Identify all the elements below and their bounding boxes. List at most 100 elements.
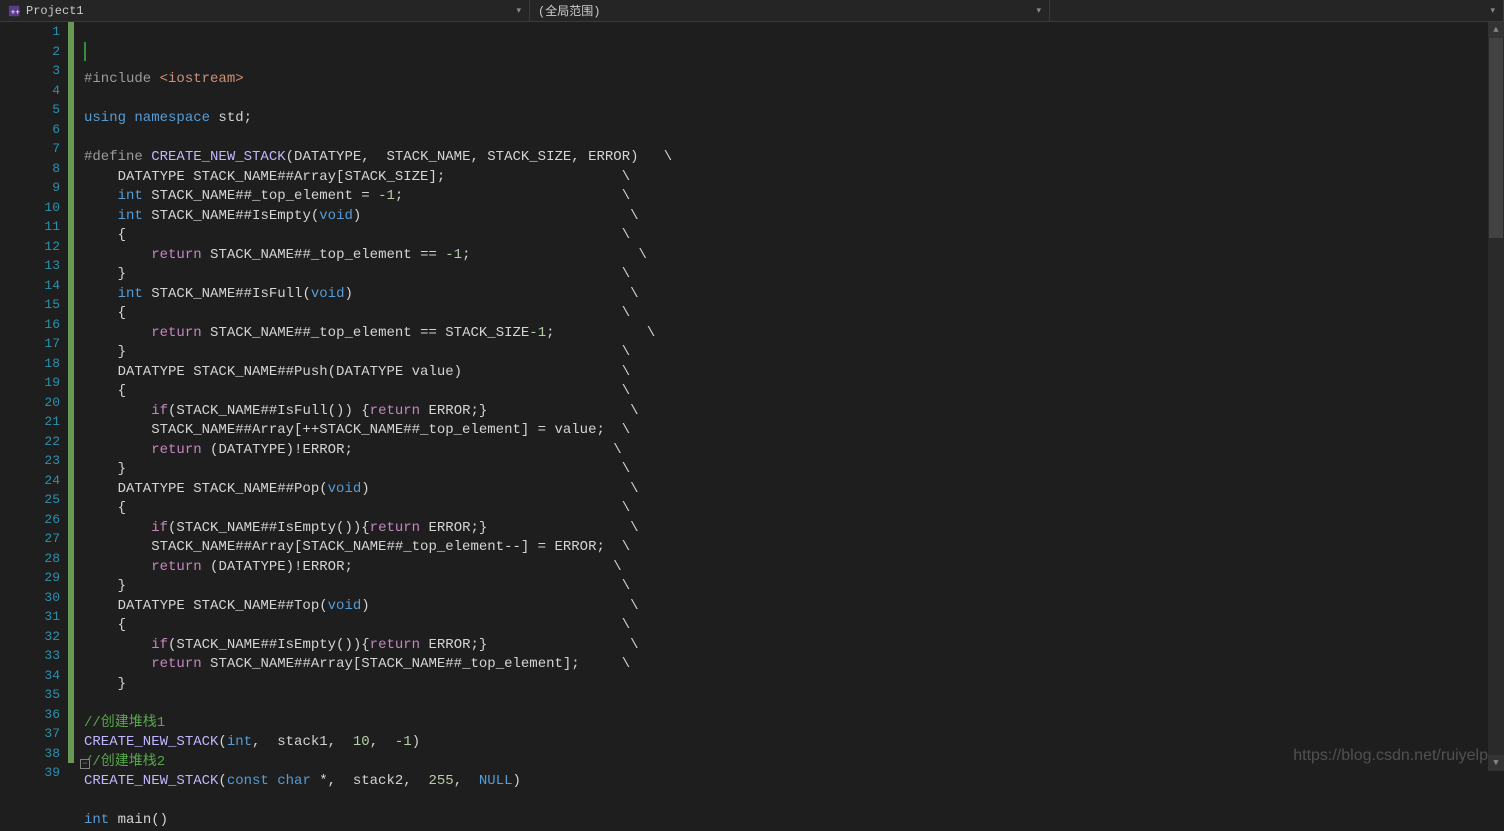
code-line[interactable]: #include <iostream>	[84, 70, 1504, 90]
line-number: 2	[16, 42, 60, 62]
line-number: 22	[16, 432, 60, 452]
line-number: 29	[16, 568, 60, 588]
code-line[interactable]	[84, 129, 1504, 149]
line-number: 20	[16, 393, 60, 413]
line-number: 8	[16, 159, 60, 179]
code-line[interactable]	[84, 792, 1504, 812]
line-number: 14	[16, 276, 60, 296]
line-number: 9	[16, 178, 60, 198]
code-line[interactable]: int STACK_NAME##IsFull(void) \	[84, 285, 1504, 305]
code-line[interactable]: { \	[84, 382, 1504, 402]
line-number: 11	[16, 217, 60, 237]
folding-margin	[0, 22, 16, 771]
code-line[interactable]: CREATE_NEW_STACK(int, stack1, 10, -1)	[84, 733, 1504, 753]
code-line[interactable]: //创建堆栈1	[84, 714, 1504, 734]
code-line[interactable]: return STACK_NAME##Array[STACK_NAME##_to…	[84, 655, 1504, 675]
code-line[interactable]: { \	[84, 616, 1504, 636]
line-number: 7	[16, 139, 60, 159]
code-line[interactable]: DATATYPE STACK_NAME##Array[STACK_SIZE]; …	[84, 168, 1504, 188]
code-line[interactable]: if(STACK_NAME##IsFull()) {return ERROR;}…	[84, 402, 1504, 422]
line-number: 19	[16, 373, 60, 393]
code-area[interactable]: #include <iostream> using namespace std; #…	[74, 22, 1504, 771]
line-number: 12	[16, 237, 60, 257]
code-line[interactable]: { \	[84, 304, 1504, 324]
code-line[interactable]: return STACK_NAME##_top_element == -1; \	[84, 246, 1504, 266]
scroll-up-button[interactable]: ▲	[1488, 22, 1504, 38]
code-line[interactable]	[84, 90, 1504, 110]
line-number: 24	[16, 471, 60, 491]
code-line[interactable]: int STACK_NAME##IsEmpty(void) \	[84, 207, 1504, 227]
code-line[interactable]: { \	[84, 499, 1504, 519]
line-number: 10	[16, 198, 60, 218]
code-line[interactable]: return (DATATYPE)!ERROR; \	[84, 558, 1504, 578]
line-number: 35	[16, 685, 60, 705]
code-line[interactable]: if(STACK_NAME##IsEmpty()){return ERROR;}…	[84, 519, 1504, 539]
code-line[interactable]: int main()	[84, 811, 1504, 831]
fold-minus-icon[interactable]: −	[80, 759, 90, 769]
code-line[interactable]: using namespace std;	[84, 109, 1504, 129]
navigation-bar: ++ Project1 ▾ (全局范围) ▾ ▾	[0, 0, 1504, 22]
code-line[interactable]: //创建堆栈2	[84, 753, 1504, 773]
line-number: 1	[16, 22, 60, 42]
line-number: 28	[16, 549, 60, 569]
code-line[interactable]: if(STACK_NAME##IsEmpty()){return ERROR;}…	[84, 636, 1504, 656]
code-line[interactable]: } \	[84, 265, 1504, 285]
chevron-down-icon: ▾	[516, 6, 521, 16]
line-number: 36	[16, 705, 60, 725]
code-line[interactable]	[84, 694, 1504, 714]
code-line[interactable]: STACK_NAME##Array[STACK_NAME##_top_eleme…	[84, 538, 1504, 558]
line-number: 32	[16, 627, 60, 647]
chevron-down-icon: ▾	[1490, 6, 1495, 16]
code-line[interactable]: DATATYPE STACK_NAME##Top(void) \	[84, 597, 1504, 617]
line-number: 16	[16, 315, 60, 335]
line-number: 34	[16, 666, 60, 686]
scope-dropdown[interactable]: (全局范围) ▾	[530, 0, 1050, 22]
code-line[interactable]: } \	[84, 460, 1504, 480]
scope-label: (全局范围)	[538, 2, 600, 19]
line-number: 23	[16, 451, 60, 471]
member-dropdown[interactable]: ▾	[1050, 0, 1504, 22]
line-number: 15	[16, 295, 60, 315]
code-line[interactable]: return STACK_NAME##_top_element == STACK…	[84, 324, 1504, 344]
line-number: 25	[16, 490, 60, 510]
scroll-down-button[interactable]: ▼	[1488, 755, 1504, 771]
code-line[interactable]: }	[84, 675, 1504, 695]
chevron-down-icon: ▾	[1036, 6, 1041, 16]
line-number: 31	[16, 607, 60, 627]
line-number: 4	[16, 81, 60, 101]
code-line[interactable]: int STACK_NAME##_top_element = -1; \	[84, 187, 1504, 207]
code-line[interactable]: DATATYPE STACK_NAME##Pop(void) \	[84, 480, 1504, 500]
code-line[interactable]: DATATYPE STACK_NAME##Push(DATATYPE value…	[84, 363, 1504, 383]
code-line[interactable]: STACK_NAME##Array[++STACK_NAME##_top_ele…	[84, 421, 1504, 441]
line-number: 38	[16, 744, 60, 764]
line-number: 21	[16, 412, 60, 432]
code-line[interactable]: } \	[84, 343, 1504, 363]
line-number: 18	[16, 354, 60, 374]
line-number: 5	[16, 100, 60, 120]
line-number-gutter: 1234567891011121314151617181920212223242…	[16, 22, 68, 771]
code-editor[interactable]: 1234567891011121314151617181920212223242…	[0, 22, 1504, 771]
line-number: 17	[16, 334, 60, 354]
svg-text:++: ++	[11, 8, 21, 17]
scrollbar-thumb[interactable]	[1489, 38, 1503, 238]
code-line[interactable]: } \	[84, 577, 1504, 597]
project-dropdown[interactable]: ++ Project1 ▾	[0, 0, 530, 22]
code-line[interactable]: { \	[84, 226, 1504, 246]
cpp-file-icon: ++	[8, 4, 22, 18]
line-number: 13	[16, 256, 60, 276]
line-number: 33	[16, 646, 60, 666]
text-cursor	[84, 42, 86, 62]
code-line[interactable]: return (DATATYPE)!ERROR; \	[84, 441, 1504, 461]
line-number: 6	[16, 120, 60, 140]
project-label: Project1	[26, 4, 84, 18]
line-number: 3	[16, 61, 60, 81]
line-number: 39	[16, 763, 60, 783]
line-number: 37	[16, 724, 60, 744]
vertical-scrollbar[interactable]: ▲ ▼	[1488, 22, 1504, 771]
line-number: 30	[16, 588, 60, 608]
code-line[interactable]: CREATE_NEW_STACK(const char *, stack2, 2…	[84, 772, 1504, 792]
watermark-text: https://blog.csdn.net/ruiyelp	[1293, 747, 1488, 765]
code-line[interactable]: #define CREATE_NEW_STACK(DATATYPE, STACK…	[84, 148, 1504, 168]
line-number: 27	[16, 529, 60, 549]
line-number: 26	[16, 510, 60, 530]
